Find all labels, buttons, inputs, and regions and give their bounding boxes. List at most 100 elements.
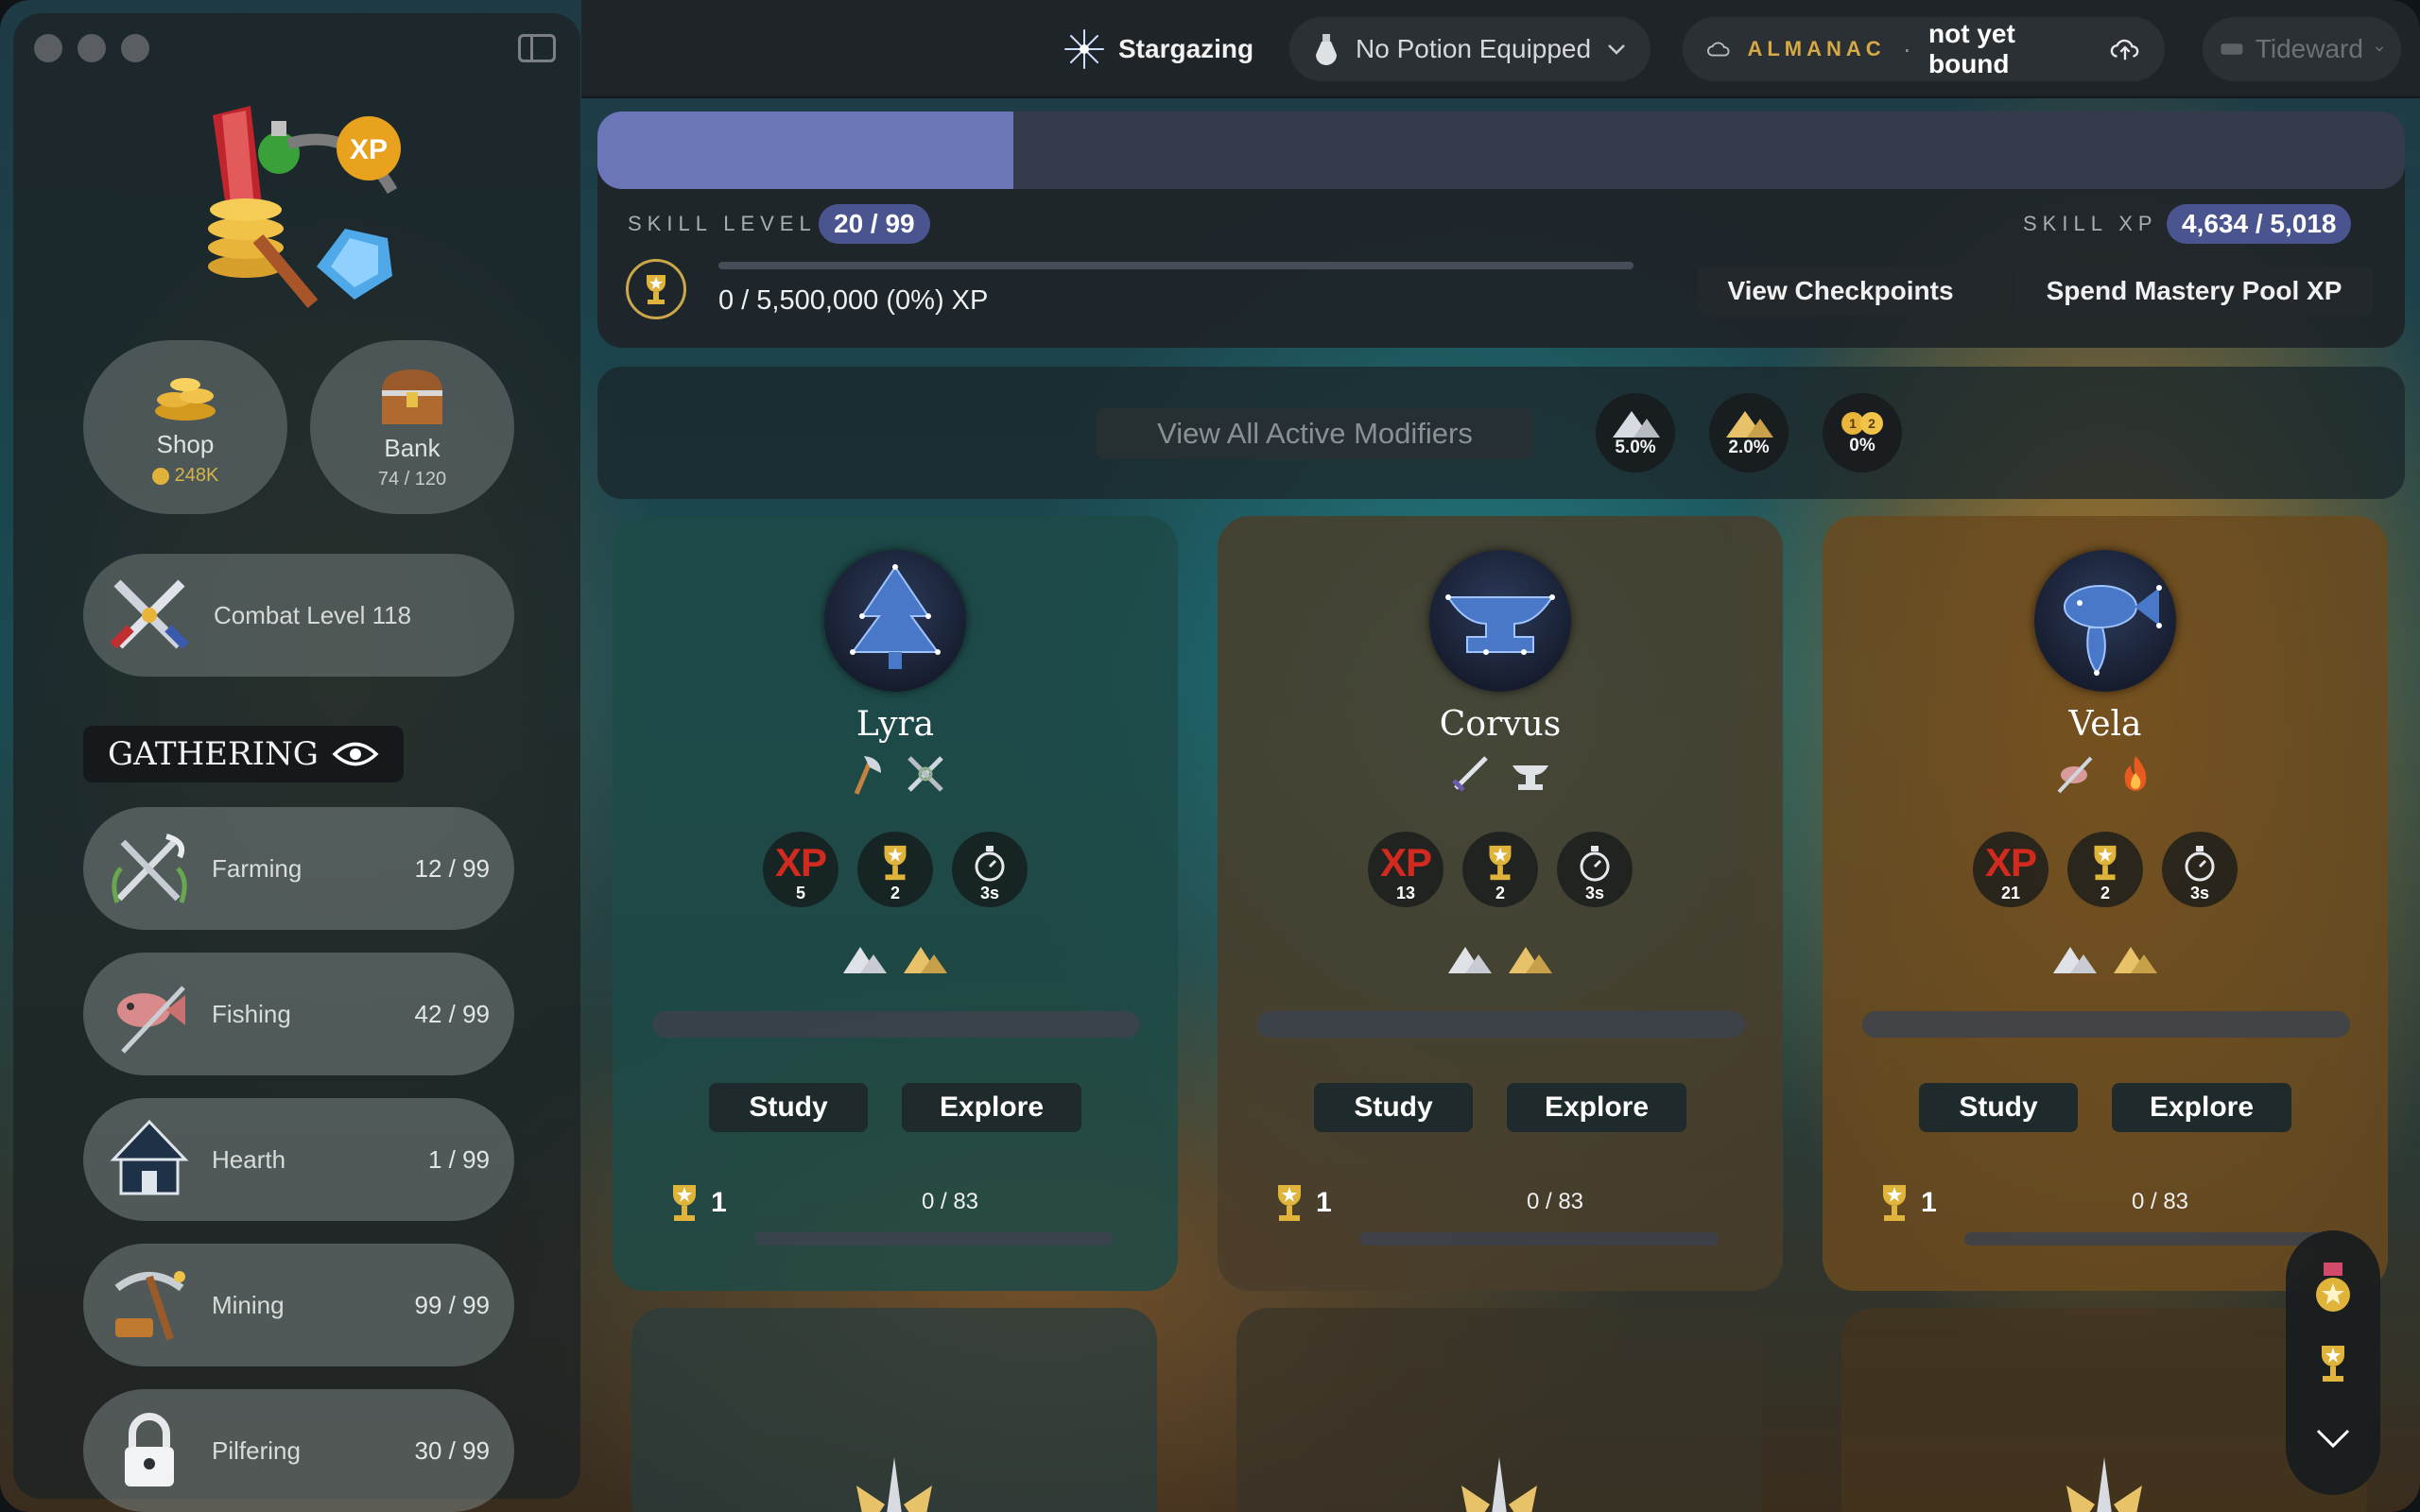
combat-level-button[interactable]: Combat Level 118 [83, 554, 514, 677]
potion-selector[interactable]: No Potion Equipped [1289, 17, 1651, 81]
explore-button[interactable]: Explore [1507, 1083, 1686, 1132]
related-skills [1823, 752, 2388, 796]
sidebar-item-fishing[interactable]: Fishing 42 / 99 [83, 953, 514, 1075]
study-button[interactable]: Study [1314, 1083, 1473, 1132]
xp-icon: XP [1379, 840, 1432, 885]
modifier-chip[interactable]: 1 2 0% [1823, 393, 1902, 472]
anvil-constellation-icon [1445, 594, 1555, 655]
skill-xp-bar [597, 112, 2405, 189]
zoom-window-button[interactable] [121, 34, 149, 62]
cloud-upload-icon[interactable] [2110, 36, 2140, 62]
constellation-card: Lyra XP 5 2 3s Study Explore 1 0 / 83 [613, 516, 1178, 1291]
mastery-xp: 0 / 83 [921, 1189, 979, 1214]
svg-text:1: 1 [1849, 416, 1857, 431]
skill-level-badge: 20 / 99 [819, 204, 930, 244]
mastery-level: 1 [1876, 1181, 1937, 1225]
mastery-reward-value: 2 [2100, 884, 2110, 902]
stopwatch-icon [2185, 846, 2215, 882]
realm-selector[interactable]: Tideward [2203, 17, 2401, 81]
modifier-chip[interactable]: 2.0% [1709, 393, 1789, 472]
chevron-down-icon [2375, 46, 2384, 52]
sidebar-toggle-icon[interactable] [518, 34, 556, 62]
mastery-pool-icon [626, 259, 686, 319]
realm-label: Tideward [2255, 34, 2363, 63]
sidebar-item-mining[interactable]: Mining 99 / 99 [83, 1244, 514, 1366]
coins-icon: 1 2 [1841, 412, 1883, 435]
mastery-level-value: 1 [711, 1187, 727, 1218]
gold-mountain-icon [904, 947, 947, 973]
constellation-card[interactable] [631, 1308, 1157, 1512]
interval-value: 3s [2189, 884, 2210, 902]
almanac-status[interactable]: ALMANAC · not yet bound [1683, 17, 2165, 81]
study-button[interactable]: Study [709, 1083, 868, 1132]
xp-reward-value: 21 [2000, 884, 2021, 902]
hearth-icon [110, 1119, 189, 1195]
trophy-icon [2094, 845, 2117, 881]
mastery-xp: 0 / 83 [1526, 1189, 1584, 1214]
shop-button[interactable]: Shop 248K [83, 340, 287, 514]
constellation-emblem [2034, 550, 2176, 692]
skill-level: 42 / 99 [414, 999, 490, 1028]
study-button[interactable]: Study [1919, 1083, 2078, 1132]
modifier-icons [1218, 943, 1783, 975]
gathering-section-header[interactable]: GATHERING [83, 726, 404, 782]
modifier-icons [613, 943, 1178, 975]
crossed-swords-icon [110, 579, 189, 649]
eye-icon[interactable] [332, 740, 379, 768]
medal-icon[interactable] [2310, 1263, 2356, 1315]
sword-icon [1452, 756, 1488, 792]
svg-text:2: 2 [1868, 416, 1876, 431]
close-window-button[interactable] [34, 34, 62, 62]
explore-button[interactable]: Explore [902, 1083, 1081, 1132]
almanac-label: ALMANAC [1747, 37, 1886, 60]
combat-level-label: Combat Level 118 [214, 600, 412, 629]
reward-stats: XP 21 2 3s [1823, 832, 2388, 907]
mastery-xp-bar [1964, 1232, 2324, 1246]
skill-name: Farming [212, 853, 302, 883]
fish-constellation-icon [2064, 585, 2162, 676]
mastery-reward: 2 [1462, 832, 1538, 907]
mastery-xp-bar [754, 1232, 1114, 1246]
constellation-emblem [824, 550, 966, 692]
constellation-card: Vela XP 21 2 3s Study Explore 1 0 / 83 [1823, 516, 2388, 1291]
sidebar-item-pilfering[interactable]: Pilfering 30 / 99 [83, 1389, 514, 1512]
trophy-icon [1278, 1185, 1301, 1221]
quick-nav [2286, 1230, 2380, 1495]
constellation-card[interactable] [1236, 1308, 1762, 1512]
fire-icon [2124, 756, 2147, 791]
bank-button[interactable]: Bank 74 / 120 [310, 340, 514, 514]
spend-mastery-pool-button[interactable]: Spend Mastery Pool XP [2015, 266, 2373, 316]
shop-label: Shop [156, 430, 215, 458]
sidebar-item-hearth[interactable]: Hearth 1 / 99 [83, 1098, 514, 1221]
cloud-icon [1707, 42, 1730, 57]
interval-stat: 3s [952, 832, 1028, 907]
modifier-chip[interactable]: 5.0% [1596, 393, 1675, 472]
skill-name-label: Stargazing [1118, 34, 1254, 63]
skill-name: Hearth [212, 1144, 286, 1174]
sidebar-item-farming[interactable]: Farming 12 / 99 [83, 807, 514, 930]
constellation-name: Corvus [1439, 705, 1562, 744]
section-title: GATHERING [108, 735, 319, 773]
anvil-icon [1512, 765, 1548, 790]
trophy-icon[interactable] [2312, 1342, 2354, 1389]
chevron-down-icon [1608, 44, 1625, 55]
hatchet-icon [854, 756, 881, 795]
action-progress-bar [652, 1011, 1140, 1038]
skill-xp-bar-fill [597, 112, 1013, 189]
mastery-level: 1 [666, 1181, 727, 1225]
silver-mountain-icon [2053, 947, 2097, 973]
reward-stats: XP 5 2 3s [613, 832, 1178, 907]
minimize-window-button[interactable] [78, 34, 106, 62]
chevron-down-icon[interactable] [2314, 1427, 2352, 1450]
chest-icon [382, 369, 442, 424]
interval-value: 3s [1584, 884, 1605, 902]
explore-button[interactable]: Explore [2112, 1083, 2291, 1132]
trophy-icon [1489, 845, 1512, 881]
interval-value: 3s [979, 884, 1000, 902]
view-modifiers-button[interactable]: View All Active Modifiers [1097, 408, 1533, 459]
fishing-icon [117, 986, 185, 1054]
constellation-card: Corvus XP 13 2 3s Study Explore 1 0 / 83 [1218, 516, 1783, 1291]
reward-stats: XP 13 2 3s [1218, 832, 1783, 907]
view-checkpoints-button[interactable]: View Checkpoints [1698, 266, 1983, 316]
potion-icon [1316, 34, 1337, 65]
